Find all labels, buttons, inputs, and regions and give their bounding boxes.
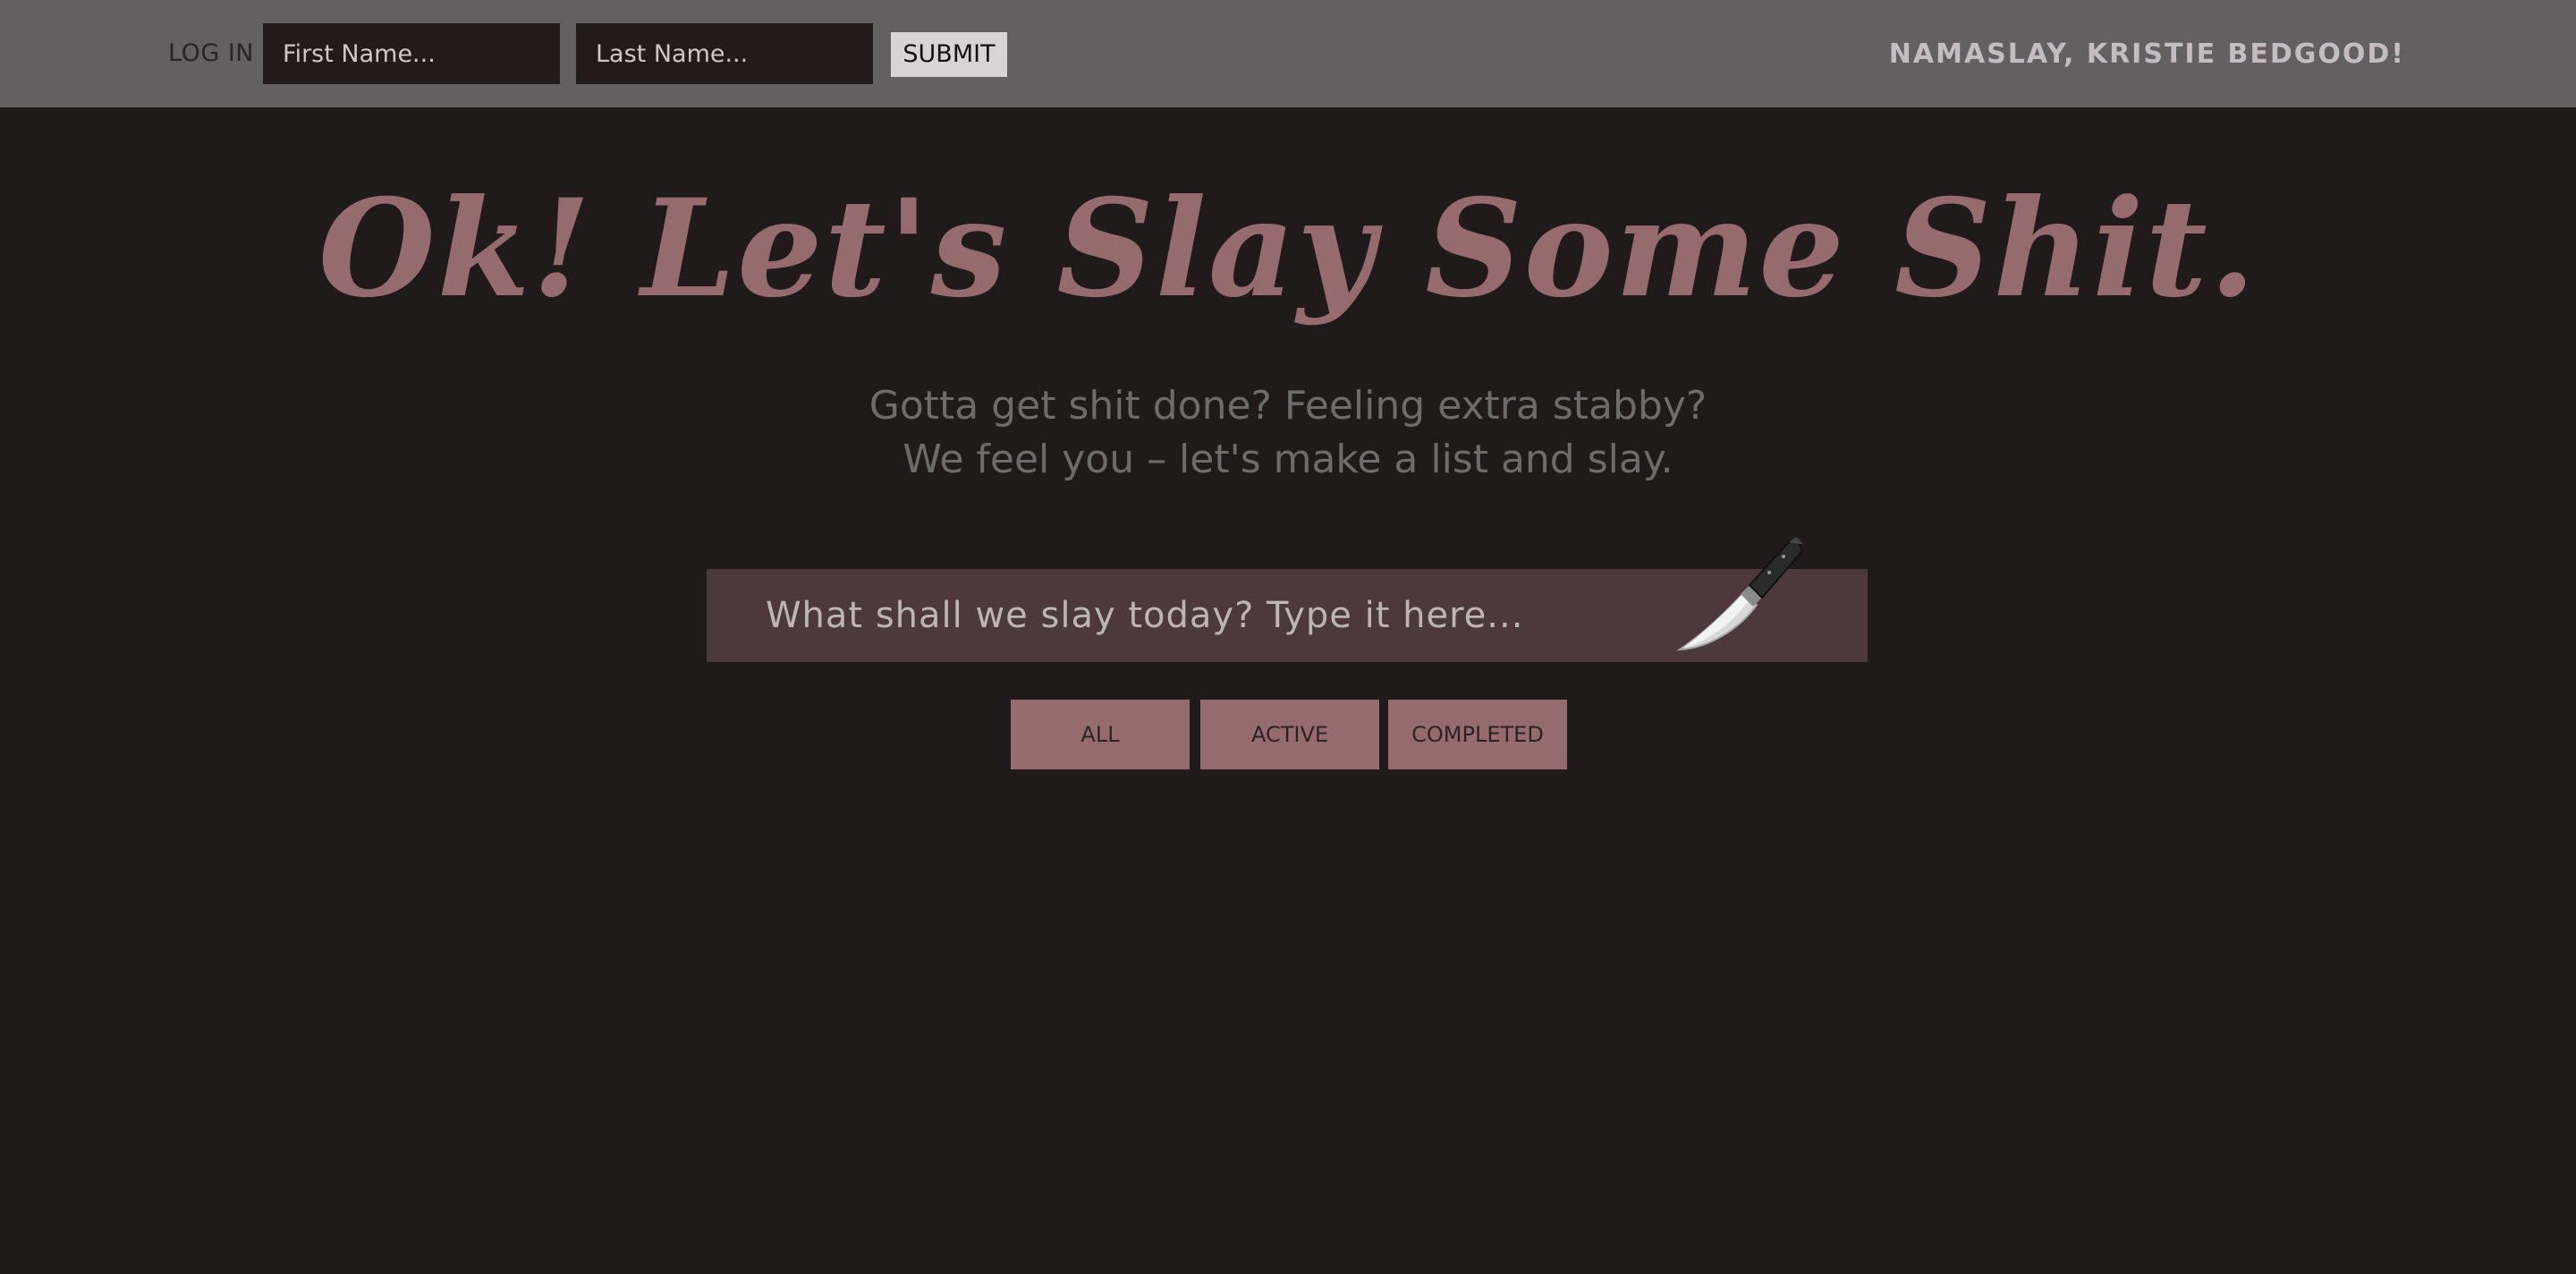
first-name-input[interactable] [263,23,560,84]
filter-completed-button[interactable]: COMPLETED [1388,700,1567,769]
login-label: LOG IN [168,39,254,67]
subtitle-line-1: Gotta get shit done? Feeling extra stabb… [869,383,1707,429]
top-bar: LOG IN SUBMIT NAMASLAY, KRISTIE BEDGOOD! [0,0,2576,107]
filter-active-button[interactable]: ACTIVE [1200,700,1379,769]
greeting-text: NAMASLAY, KRISTIE BEDGOOD! [1888,38,2405,70]
submit-button[interactable]: SUBMIT [891,32,1007,77]
last-name-input[interactable] [576,23,873,84]
knife-icon [1676,537,1803,651]
subtitle-line-2: We feel you – let's make a list and slay… [902,437,1674,482]
filter-all-button[interactable]: ALL [1011,700,1190,769]
page-title: Ok! Let's Slay Some Shit. [318,170,2258,327]
task-input[interactable] [707,569,1601,662]
